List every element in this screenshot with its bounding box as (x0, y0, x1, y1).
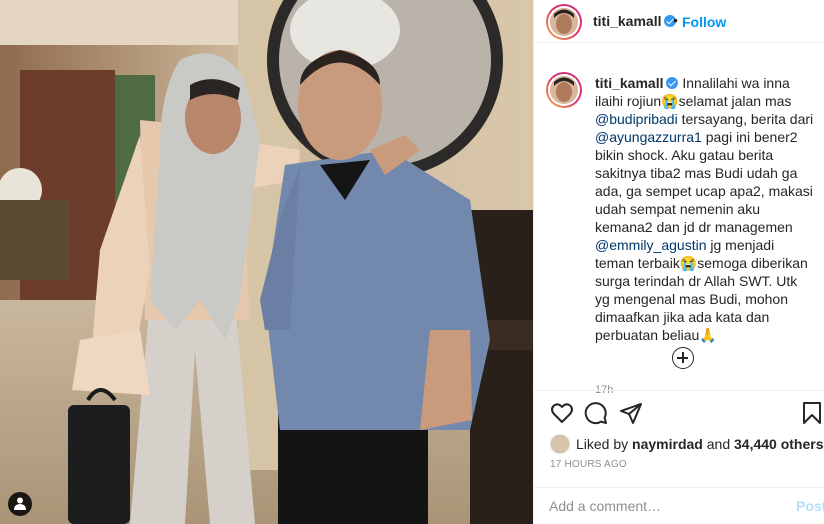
liker-avatar[interactable] (550, 434, 570, 454)
likes-summary: Liked by naymirdad and 34,440 others (550, 434, 824, 454)
likes-prefix: Liked by (576, 436, 633, 452)
bookmark-icon[interactable] (800, 401, 824, 425)
post-photo[interactable] (0, 0, 533, 524)
caption-avatar[interactable] (546, 72, 582, 108)
header-separator: • (673, 12, 678, 28)
post-side-panel: titi_kamall • Follow titi_kamall Innalil… (533, 0, 824, 524)
avatar-image (550, 8, 578, 36)
share-icon[interactable] (619, 401, 643, 425)
user-icon (14, 497, 26, 510)
caption-text: titi_kamall Innalilahi wa inna ilaihi ro… (595, 74, 815, 344)
header-avatar[interactable] (546, 4, 582, 40)
post-header: titi_kamall • Follow (534, 0, 824, 43)
comment-input[interactable] (549, 497, 769, 515)
likes-count[interactable]: 34,440 others (734, 436, 824, 452)
post-timestamp[interactable]: 17 HOURS AGO (550, 459, 627, 470)
verified-badge-icon (666, 77, 679, 89)
caption-mention-link[interactable]: @emmily_agustin (595, 237, 706, 253)
header-username-text[interactable]: titi_kamall (593, 13, 661, 29)
caption-mention-link[interactable]: @ayungazzurra1 (595, 129, 702, 145)
post-actions: Liked by naymirdad and 34,440 others 17 … (534, 390, 824, 520)
heart-icon[interactable] (550, 401, 574, 425)
photo-illustration (0, 0, 533, 524)
comment-bar: Post (534, 487, 824, 524)
header-username[interactable]: titi_kamall (593, 13, 677, 29)
tagged-users-button[interactable] (8, 492, 32, 516)
follow-button[interactable]: Follow (682, 14, 726, 30)
likes-middle: and (702, 436, 734, 452)
caption-text-segment: tersayang, berita dari (677, 111, 814, 127)
avatar-image (550, 76, 578, 104)
caption-body: Innalilahi wa inna ilaihi rojiun😭selamat… (595, 75, 813, 343)
comment-icon[interactable] (584, 401, 608, 425)
load-more-comments-button[interactable] (672, 347, 694, 369)
post-comment-button[interactable]: Post (796, 498, 824, 514)
caption-mention-link[interactable]: @budipribadi (595, 111, 678, 127)
liker-username[interactable]: naymirdad (632, 436, 703, 452)
caption-username[interactable]: titi_kamall (595, 75, 663, 91)
